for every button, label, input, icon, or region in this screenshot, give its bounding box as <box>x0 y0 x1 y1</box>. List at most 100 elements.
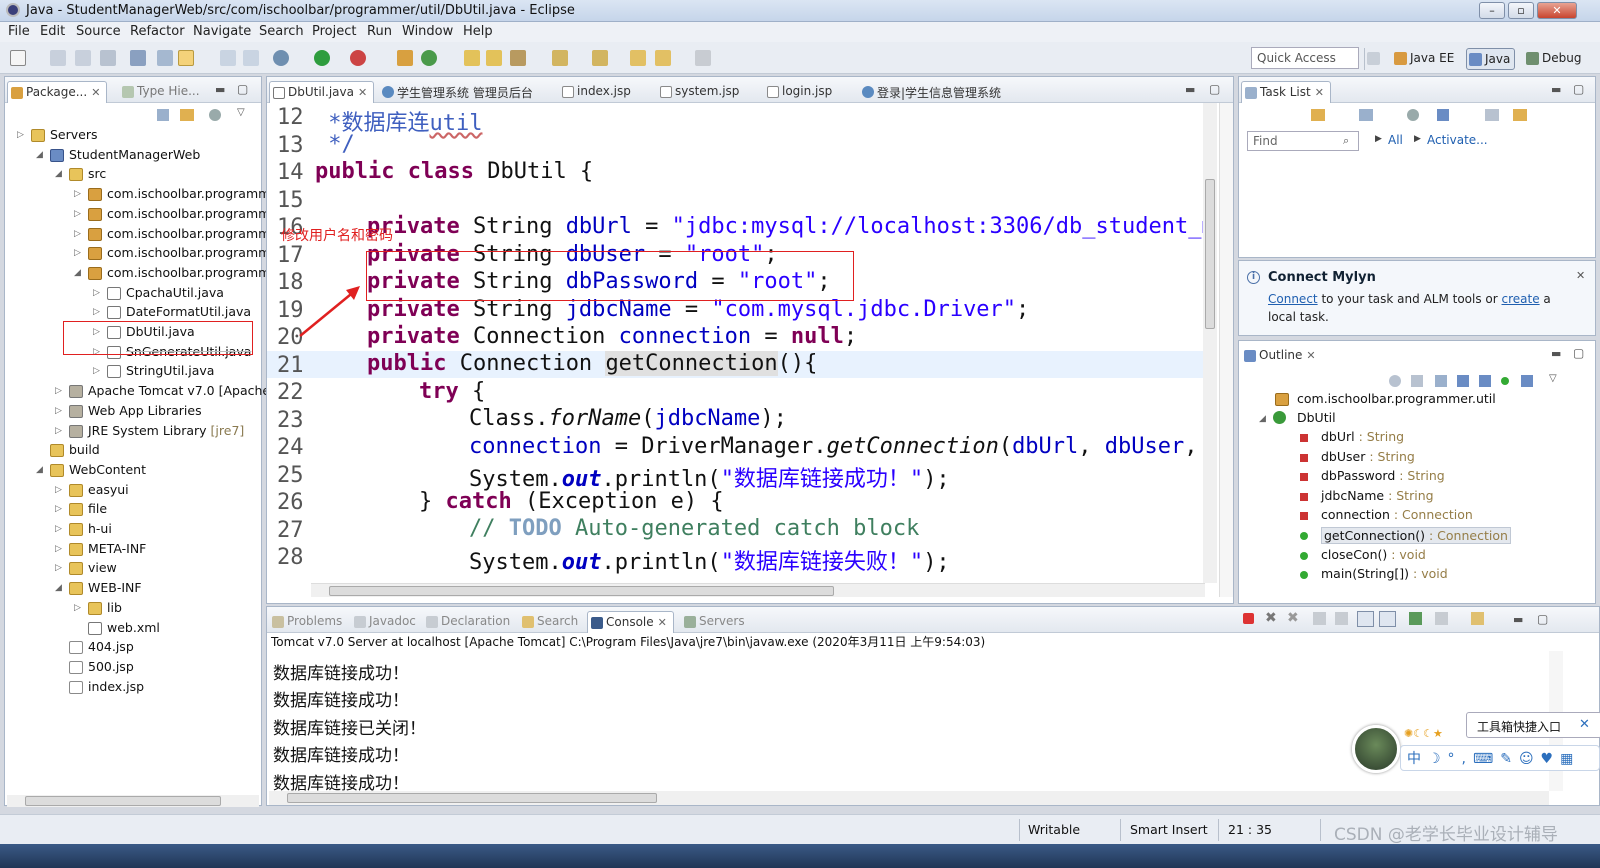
focus-icon[interactable] <box>1389 375 1401 387</box>
view-menu-icon[interactable]: ▽ <box>1549 373 1557 384</box>
categorized-icon[interactable] <box>1359 109 1373 121</box>
maximize-view-icon[interactable]: ▢ <box>1537 612 1548 626</box>
expand-arrow-icon[interactable]: ◢ <box>1259 414 1266 424</box>
tree-item[interactable]: file <box>88 501 107 516</box>
create-link[interactable]: create <box>1502 292 1540 306</box>
hide-nonpublic-icon[interactable] <box>1501 377 1509 385</box>
menu-edit[interactable]: Edit <box>40 24 65 39</box>
tree-item[interactable]: Servers <box>50 127 98 142</box>
minimize-view-icon[interactable]: ▬ <box>1551 347 1561 360</box>
minimize-button[interactable]: – <box>1479 2 1505 19</box>
expand-arrow-icon[interactable]: ▷ <box>17 130 24 140</box>
menu-refactor[interactable]: Refactor <box>130 24 185 39</box>
tree-item[interactable]: h-ui <box>88 521 112 536</box>
outline-member[interactable]: main(String[]) : void <box>1321 566 1448 581</box>
pin-console-icon[interactable] <box>1409 612 1422 625</box>
highlight-icon[interactable] <box>178 50 194 66</box>
expand-arrow-icon[interactable]: ▷ <box>55 386 62 396</box>
hide-fields-icon[interactable] <box>1457 375 1469 387</box>
collapse-all-icon[interactable] <box>157 109 169 121</box>
tree-item[interactable]: lib <box>107 600 122 615</box>
tab-login-page[interactable]: 登录|学生信息管理系统 <box>859 81 1007 103</box>
terminate-icon[interactable] <box>1243 613 1254 624</box>
tree-item[interactable]: CpachaUtil.java <box>126 285 224 300</box>
hide-local-icon[interactable] <box>1521 375 1533 387</box>
connect-link[interactable]: Connect <box>1268 292 1318 306</box>
perspective-java[interactable]: Java <box>1466 48 1516 70</box>
next-annotation-icon[interactable] <box>552 50 568 66</box>
tab-login-jsp[interactable]: login.jsp <box>764 81 838 103</box>
block-icon[interactable] <box>220 50 236 66</box>
prev-annotation-icon[interactable] <box>592 50 608 66</box>
minimize-view-icon[interactable]: ▬ <box>1513 613 1523 626</box>
expand-arrow-icon[interactable]: ▷ <box>93 288 100 298</box>
tab-admin-backend[interactable]: 学生管理系统 管理员后台 <box>379 81 539 103</box>
scroll-thumb[interactable] <box>1205 179 1215 329</box>
maximize-button[interactable]: ▫ <box>1508 2 1534 19</box>
toolbox-widget[interactable]: ✺☾☾★ 工具箱快捷入口 ✕ 中☽°,⌨✎☺♥▦ <box>1352 712 1600 787</box>
menu-run[interactable]: Run <box>367 24 392 39</box>
open-folder-icon[interactable] <box>486 50 502 66</box>
expand-arrow-icon[interactable]: ◢ <box>74 268 81 278</box>
collapse-tasks-icon[interactable] <box>1485 109 1499 121</box>
tab-system-jsp[interactable]: system.jsp <box>657 81 745 103</box>
scroll-thumb[interactable] <box>25 796 221 806</box>
minimize-view-icon[interactable]: ▬ <box>1551 83 1561 96</box>
tree-item[interactable]: easyui <box>88 482 129 497</box>
tree-item[interactable]: DateFormatUtil.java <box>126 304 251 319</box>
tree-item[interactable]: Apache Tomcat v7.0 [Apache Ton <box>88 383 295 398</box>
tree-item[interactable]: com.ischoolbar.programmer.r <box>107 226 291 241</box>
tool-icon[interactable] <box>130 50 146 66</box>
tab-type-hierarchy[interactable]: Type Hie... <box>119 81 206 103</box>
open-console-icon[interactable] <box>1471 612 1484 625</box>
expand-arrow-icon[interactable]: ▷ <box>93 366 100 376</box>
open-task-icon[interactable] <box>510 50 526 66</box>
tab-problems[interactable]: Problems <box>269 611 348 633</box>
expand-arrow-icon[interactable]: ▷ <box>74 189 81 199</box>
scroll-lock-icon[interactable] <box>1335 612 1348 625</box>
expand-arrow-icon[interactable]: ◢ <box>36 465 43 475</box>
tab-search[interactable]: Search <box>519 611 584 633</box>
back-icon[interactable] <box>655 50 671 66</box>
menu-navigate[interactable]: Navigate <box>193 24 251 39</box>
tab-dbutil-java[interactable]: DbUtil.java ✕ <box>269 81 375 103</box>
close-icon[interactable]: ✕ <box>1306 349 1315 362</box>
expand-arrow-icon[interactable]: ◢ <box>36 150 43 160</box>
close-icon[interactable]: ✕ <box>1579 717 1590 732</box>
save-icon[interactable] <box>50 50 66 66</box>
tree-item[interactable]: WebContent <box>69 462 146 477</box>
tab-index-jsp[interactable]: index.jsp <box>559 81 637 103</box>
scheduled-icon[interactable] <box>1407 109 1419 121</box>
tree-item[interactable]: com.ischoolbar.programmer.c <box>107 186 293 201</box>
expand-arrow-icon[interactable]: ▷ <box>55 524 62 534</box>
tree-item[interactable]: view <box>88 560 117 575</box>
maximize-view-icon[interactable]: ▢ <box>1209 82 1220 96</box>
tree-item[interactable]: 404.jsp <box>88 639 134 654</box>
last-edit-icon[interactable] <box>630 50 646 66</box>
all-link[interactable]: All <box>1388 133 1403 147</box>
minimize-view-icon[interactable]: ▬ <box>1185 83 1195 96</box>
maximize-view-icon[interactable]: ▢ <box>237 82 248 96</box>
tab-outline[interactable]: Outline ✕ <box>1241 345 1322 367</box>
horizontal-scrollbar[interactable] <box>269 791 1549 805</box>
expand-arrow-icon[interactable]: ▷ <box>74 603 81 613</box>
clear-console-icon[interactable] <box>1313 612 1326 625</box>
outline-package[interactable]: com.ischoolbar.programmer.util <box>1297 391 1496 406</box>
collapse-all-icon[interactable] <box>1411 375 1423 387</box>
tab-task-list[interactable]: Task List ✕ <box>1241 81 1331 103</box>
scroll-thumb[interactable] <box>287 793 657 803</box>
outline-member[interactable]: dbUrl : String <box>1321 429 1404 444</box>
outline-member[interactable]: dbUser : String <box>1321 449 1415 464</box>
scroll-thumb[interactable] <box>329 586 834 596</box>
sync-icon[interactable] <box>1513 109 1527 121</box>
tree-item[interactable]: META-INF <box>88 541 146 556</box>
expand-arrow-icon[interactable]: ▷ <box>55 544 62 554</box>
tree-item[interactable]: JRE System Library [jre7] <box>88 423 244 438</box>
external-tools-icon[interactable] <box>350 50 366 66</box>
remove-all-icon[interactable]: ✖ <box>1287 610 1299 626</box>
focus-icon[interactable] <box>209 109 221 121</box>
outline-member[interactable]: dbPassword : String <box>1321 468 1445 483</box>
close-icon[interactable]: ✕ <box>658 616 667 629</box>
tab-servers[interactable]: Servers <box>681 611 751 633</box>
tree-item[interactable]: StringUtil.java <box>126 363 214 378</box>
